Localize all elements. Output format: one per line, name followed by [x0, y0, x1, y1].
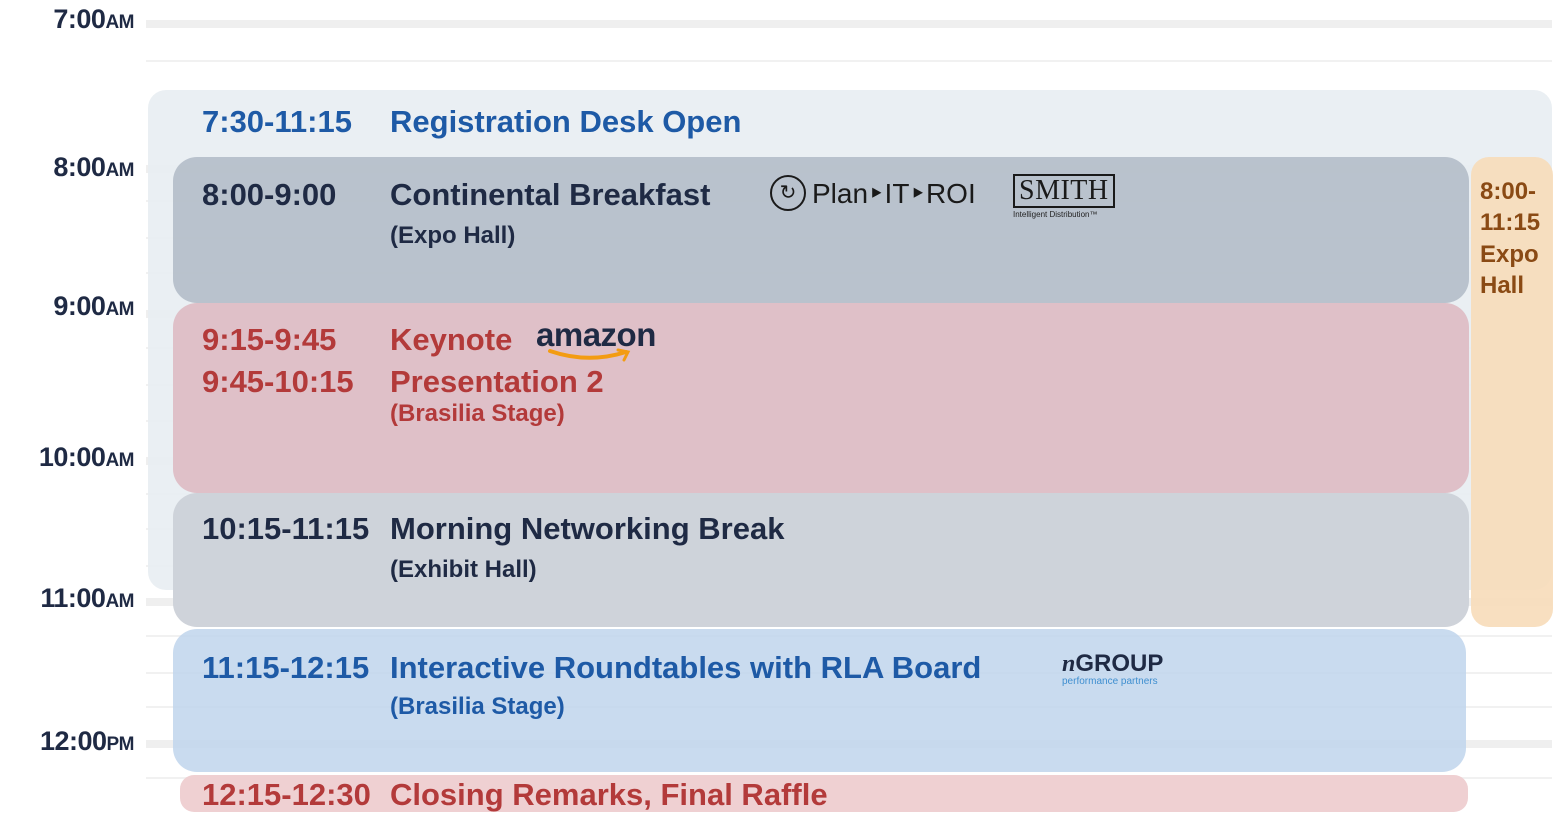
hour-ampm: AM	[105, 450, 134, 471]
expo-title: Expo Hall	[1480, 241, 1539, 299]
hour-time: 12:00	[39, 726, 107, 756]
hour-label-8am: 8:00AM	[0, 152, 134, 183]
event-time: 7:30-11:15	[202, 104, 352, 139]
hour-label-9am: 9:00AM	[0, 291, 134, 322]
refresh-icon: ↻	[770, 175, 806, 211]
expo-time: 8:00-11:15	[1480, 178, 1541, 236]
sponsor-logo-ngroup: nGROUP performance partners	[1062, 650, 1164, 688]
hour-ampm: AM	[105, 12, 134, 33]
sponsor-tagline: Intelligent Distribution™	[1013, 210, 1098, 219]
event-block-keynote[interactable]	[173, 303, 1469, 493]
event-time: 9:15-9:45	[202, 322, 337, 357]
hour-label-12pm: 12:00PM	[0, 726, 135, 757]
event-time: 9:45-10:15	[202, 364, 354, 399]
event-time: 12:15-12:30	[202, 777, 371, 812]
hour-label-10am: 10:00AM	[0, 442, 135, 473]
hour-ampm: PM	[106, 734, 135, 755]
hour-ampm: AM	[105, 591, 134, 612]
event-title: Interactive Roundtables with RLA Board	[390, 650, 982, 685]
hour-time: 10:00	[38, 442, 106, 472]
event-time: 10:15-11:15	[202, 511, 370, 546]
event-title: Morning Networking Break	[390, 511, 785, 546]
event-time: 8:00-9:00	[202, 177, 337, 212]
hour-ampm: AM	[105, 299, 134, 320]
hour-label-11am: 11:00AM	[0, 583, 134, 614]
sponsor-tagline: performance partners	[1062, 676, 1158, 687]
event-title: Closing Remarks, Final Raffle	[390, 777, 828, 812]
event-title: Registration Desk Open	[390, 104, 742, 139]
event-location: (Expo Hall)	[390, 222, 516, 249]
event-time: 11:15-12:15	[202, 650, 370, 685]
event-location: (Exhibit Hall)	[390, 556, 537, 583]
event-title: Continental Breakfast	[390, 177, 711, 212]
sponsor-logo-amazon: amazon	[536, 316, 656, 362]
sponsor-logo-planit: ↻ Plan‣IT‣ROI	[770, 175, 976, 211]
event-location: (Brasilia Stage)	[390, 693, 565, 720]
sponsor-name: SMITH	[1013, 174, 1115, 208]
hour-time: 8:00	[53, 152, 106, 182]
amazon-smile-icon	[548, 348, 631, 362]
hour-time: 11:00	[40, 583, 106, 613]
quarter-line	[146, 60, 1552, 62]
event-title: Presentation 2	[390, 364, 604, 399]
sponsor-name: Plan‣IT‣ROI	[812, 177, 976, 209]
sponsor-logo-smith: SMITH Intelligent Distribution™	[1013, 174, 1115, 219]
event-title: Keynote	[390, 322, 513, 357]
hour-time: 7:00	[53, 4, 106, 34]
hour-label-7am: 7:00AM	[0, 4, 134, 35]
sponsor-name: GROUP	[1075, 650, 1164, 677]
hour-ampm: AM	[105, 160, 134, 181]
hour-time: 9:00	[53, 291, 106, 321]
event-location: (Brasilia Stage)	[390, 400, 565, 427]
sponsor-prefix: n	[1062, 651, 1076, 677]
hour-line-7am	[146, 20, 1552, 28]
